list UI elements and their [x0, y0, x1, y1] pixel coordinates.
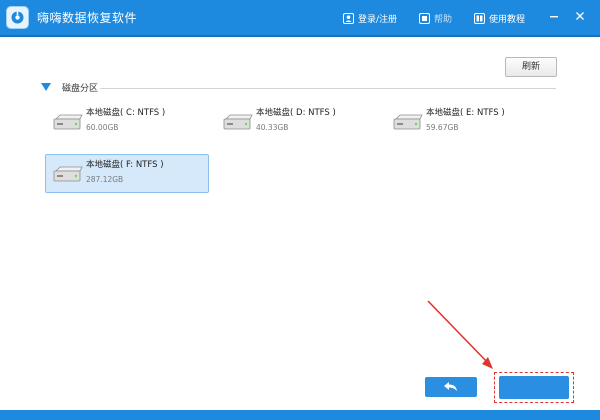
back-button[interactable]	[425, 377, 477, 397]
annotation-arrow	[427, 300, 493, 369]
bottom-status-bar	[0, 410, 600, 420]
annotation-highlight-box	[494, 372, 574, 403]
back-arrow-icon	[444, 382, 457, 391]
